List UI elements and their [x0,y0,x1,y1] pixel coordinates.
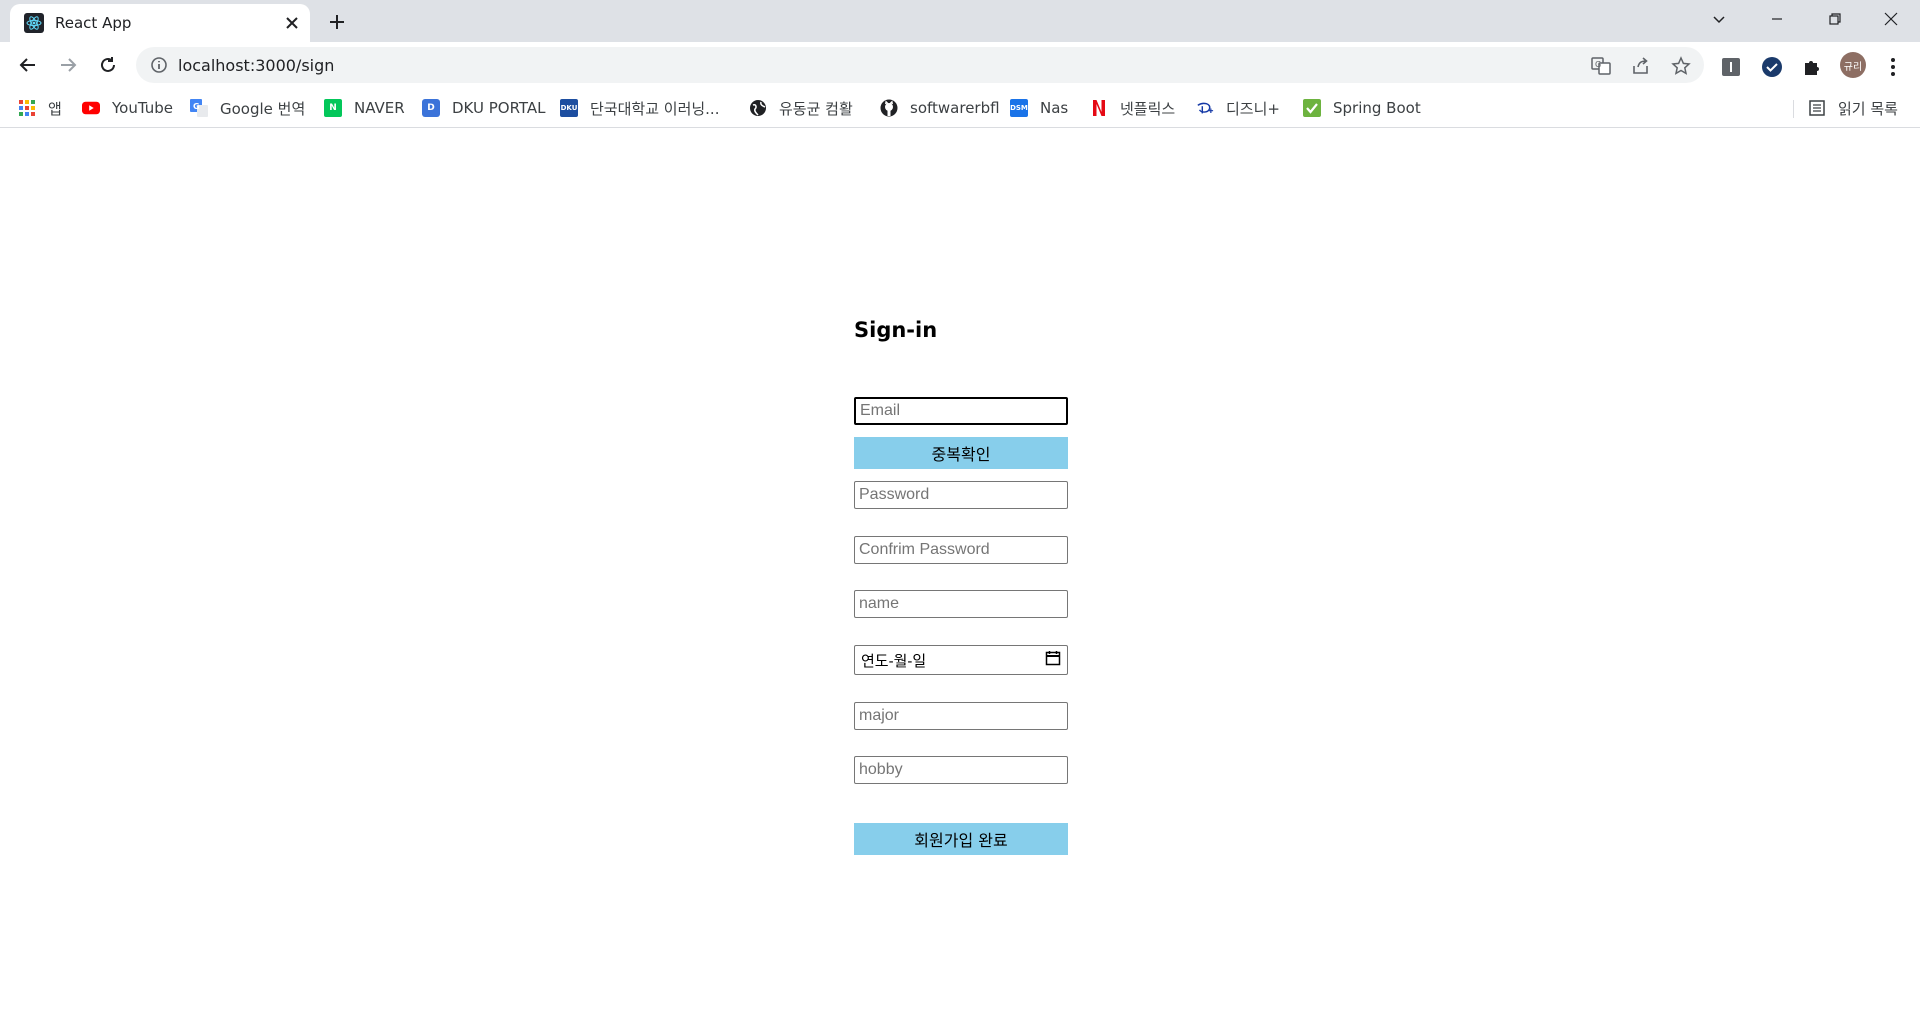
name-input[interactable] [854,590,1068,618]
svg-text:G: G [193,102,200,111]
bookmark-nas[interactable]: DSM Nas [1010,96,1068,120]
bookmark-label: NAVER [354,99,405,117]
bookmark-github[interactable]: softwarerbfl [880,96,1000,120]
bookmark-label: 넷플릭스 [1120,99,1176,118]
signup-submit-button[interactable]: 회원가입 완료 [854,823,1068,855]
email-input[interactable] [854,397,1068,425]
translate-icon[interactable]: G [1590,55,1612,77]
confirm-password-input[interactable] [854,536,1068,564]
calendar-icon[interactable] [1045,650,1061,671]
github-icon [880,99,898,117]
bookmark-label: YouTube [112,99,173,117]
extensions-puzzle-icon[interactable] [1801,56,1823,78]
bookmarks-bar: 앱 YouTube G Google 번역 N NAVER D DKU PORT… [0,88,1920,128]
bookmark-label: 단국대학교 이러닝... [590,99,720,118]
bookmark-youtube[interactable]: YouTube [82,96,173,120]
check-extension-icon[interactable] [1761,56,1783,78]
back-arrow-icon[interactable] [14,51,42,79]
disney-plus-icon [1196,99,1214,117]
bookmark-label: DKU PORTAL [452,99,546,117]
bookmark-label: Nas [1040,99,1069,117]
hobby-input[interactable] [854,756,1068,784]
reload-icon[interactable] [94,51,122,79]
bookmark-dku-portal[interactable]: D DKU PORTAL [422,96,546,120]
bookmark-naver[interactable]: N NAVER [324,96,405,120]
naver-icon: N [324,99,342,117]
tab-search-chevron-icon[interactable] [1690,0,1748,38]
bookmark-label: softwarerbfl [910,99,1000,117]
bookmark-computer-skills[interactable]: 유동균 컴활 [749,96,853,120]
bookmark-star-icon[interactable] [1670,55,1692,77]
browser-tab[interactable]: React App [10,4,310,42]
reading-list-icon [1808,99,1826,117]
check-duplicate-button[interactable]: 중복확인 [854,437,1068,469]
bookmark-spring-boot[interactable]: Spring Boot [1303,96,1421,120]
instapaper-extension-icon[interactable] [1720,56,1742,78]
dku-elearning-icon: DKU [560,99,578,117]
address-bar[interactable]: localhost:3000/sign G [136,47,1704,83]
close-window-icon[interactable] [1862,0,1920,38]
reading-list-label: 읽기 목록 [1838,99,1898,118]
bookmark-label: 앱 [48,99,62,118]
dsm-icon: DSM [1010,99,1028,117]
bookmark-netflix[interactable]: 넷플릭스 [1090,96,1175,120]
bookmarks-divider [1793,100,1794,118]
major-input[interactable] [854,702,1068,730]
reading-list[interactable]: 읽기 목록 [1808,96,1898,120]
minimize-window-icon[interactable] [1748,0,1806,38]
bookmark-label: 유동균 컴활 [779,99,853,118]
page-content: Sign-in 중복확인 연도-월-일 회원가입 완료 [0,129,1920,1028]
profile-avatar[interactable]: 규리 [1840,52,1866,78]
birthdate-input[interactable]: 연도-월-일 [854,645,1068,675]
restore-window-icon[interactable] [1806,0,1864,38]
browser-toolbar: localhost:3000/sign G 규리 [0,42,1920,88]
bookmark-label: Google 번역 [220,99,306,118]
google-translate-icon: G [190,99,208,117]
bookmark-google-translate[interactable]: G Google 번역 [190,96,305,120]
share-icon[interactable] [1630,55,1652,77]
more-menu-icon[interactable] [1882,56,1904,78]
password-input[interactable] [854,481,1068,509]
dku-portal-icon: D [422,99,440,117]
site-info-icon[interactable] [150,56,168,74]
spring-boot-icon [1303,99,1321,117]
bookmark-dku-elearning[interactable]: DKU 단국대학교 이러닝... [560,96,719,120]
react-logo-icon [24,13,44,33]
bookmark-label: 디즈니+ [1226,99,1280,118]
bookmark-disney-plus[interactable]: 디즈니+ [1196,96,1280,120]
birthdate-placeholder: 연도-월-일 [861,652,927,670]
netflix-icon [1090,99,1108,117]
tab-title: React App [55,14,132,32]
close-tab-icon[interactable] [280,11,304,35]
globe-icon [749,99,767,117]
tab-strip: React App [0,0,1920,42]
page-title: Sign-in [854,318,938,342]
apps-grid-icon [18,99,36,117]
url-text[interactable]: localhost:3000/sign [178,56,334,75]
new-tab-button[interactable] [324,9,350,35]
youtube-icon [82,99,100,117]
bookmark-apps[interactable]: 앱 [18,96,62,120]
svg-text:G: G [1595,60,1601,69]
forward-arrow-icon[interactable] [54,51,82,79]
bookmark-label: Spring Boot [1333,99,1421,117]
